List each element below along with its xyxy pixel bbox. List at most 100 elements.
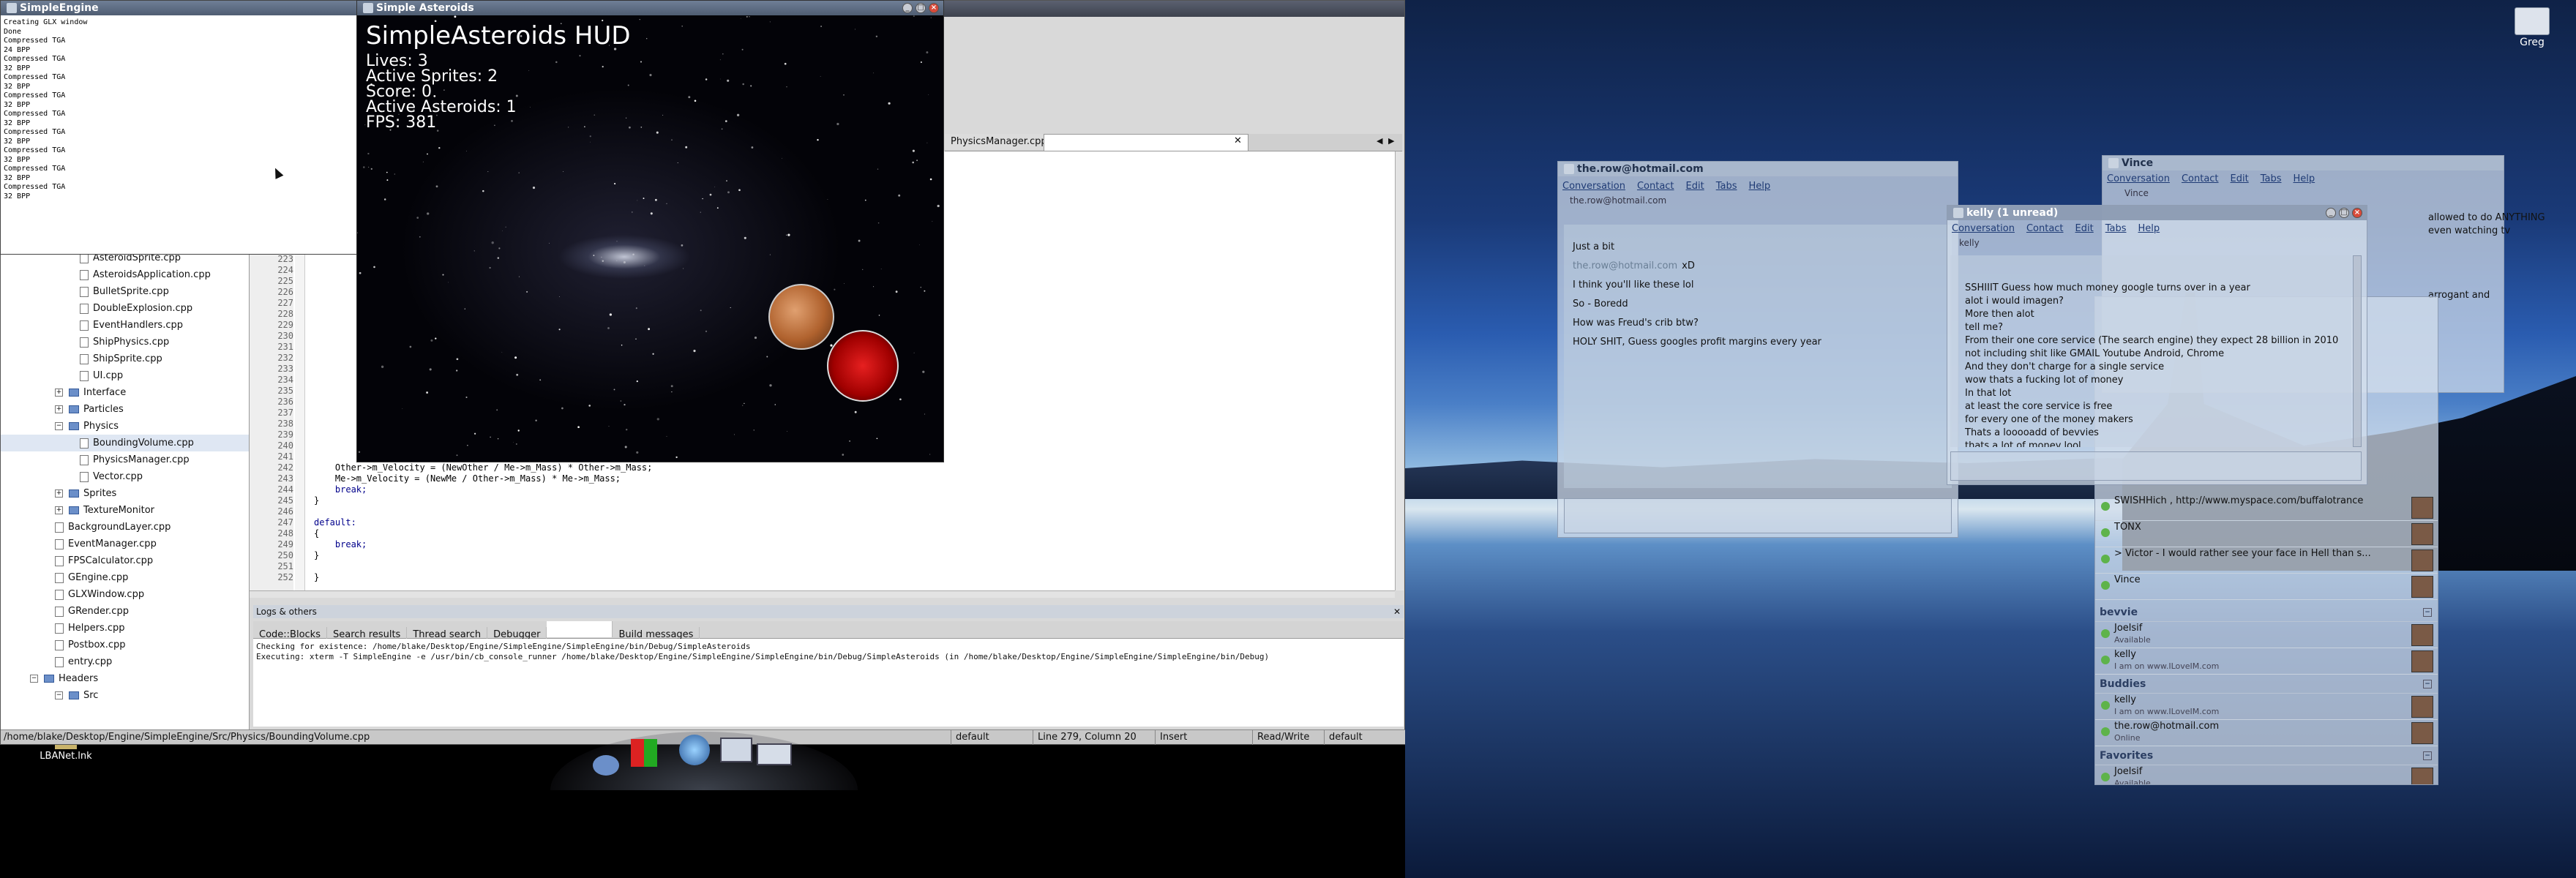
tree-item[interactable]: ShipPhysics.cpp (1, 334, 249, 350)
code-line[interactable] (314, 561, 652, 572)
editor-hscrollbar[interactable] (250, 590, 1395, 598)
code-line[interactable]: break; (314, 539, 652, 550)
therow-titlebar[interactable]: the.row@hotmail.com (1558, 162, 1958, 176)
tree-item[interactable]: DoubleExplosion.cpp (1, 300, 249, 317)
buddy-item[interactable]: kelly I am on www.ILoveIM.com (2095, 694, 2438, 720)
tree-item[interactable]: − Headers (1, 670, 249, 687)
tree-item[interactable]: AsteroidsApplication.cpp (1, 266, 249, 283)
kelly-log-scrollbar[interactable] (2353, 255, 2362, 447)
dock-app-icon[interactable] (679, 735, 710, 765)
game-titlebar[interactable]: Simple Asteroids _ □ × (357, 1, 943, 15)
tree-item[interactable]: UI.cpp (1, 367, 249, 384)
expander-icon[interactable]: + (55, 405, 63, 413)
tree-item[interactable]: EventHandlers.cpp (1, 317, 249, 334)
code-line[interactable]: break; (314, 484, 652, 495)
buddy-item[interactable]: kelly I am on www.ILoveIM.com (2095, 648, 2438, 675)
dock-app-icon[interactable] (593, 755, 619, 776)
code-line[interactable]: } (314, 550, 652, 561)
app-menu-icon[interactable] (7, 3, 17, 13)
editor-vscrollbar[interactable] (1395, 151, 1404, 590)
menu-item[interactable]: Edit (1686, 181, 1704, 192)
buddy-item[interactable]: > Victor - I would rather see your face … (2095, 547, 2438, 574)
buddy-item[interactable]: Joelsif Available (2095, 622, 2438, 648)
menu-item[interactable]: Help (2138, 223, 2160, 234)
dock-app-icon[interactable] (631, 739, 657, 767)
code-line[interactable]: { (314, 528, 652, 539)
tree-item[interactable]: GRender.cpp (1, 603, 249, 620)
tree-item[interactable]: + TextureMonitor (1, 502, 249, 519)
tree-item[interactable]: BoundingVolume.cpp (1, 435, 249, 451)
tree-item[interactable]: + Sprites (1, 485, 249, 502)
buddy-item[interactable]: SWISHHich , http://www.myspace.com/buffa… (2095, 495, 2438, 521)
dock-app-icon[interactable] (720, 738, 752, 762)
tree-item[interactable]: BulletSprite.cpp (1, 283, 249, 300)
tab-blank-active[interactable] (1044, 134, 1248, 151)
app-menu-icon[interactable] (363, 3, 373, 13)
close-button[interactable]: × (929, 3, 939, 13)
kelly-message-input[interactable] (1950, 451, 2362, 481)
collapse-icon[interactable]: − (2423, 751, 2432, 760)
log-tab[interactable] (547, 621, 613, 637)
code-line[interactable] (314, 506, 652, 517)
buddy-item[interactable]: Joelsif Available (2095, 765, 2438, 784)
desktop-shortcut[interactable]: LBANet.lnk (29, 745, 102, 767)
menu-item[interactable]: Tabs (1716, 181, 1737, 192)
minimize-button[interactable]: _ (902, 3, 913, 13)
tree-item[interactable]: − Physics (1, 418, 249, 435)
tree-item[interactable]: + Interface (1, 384, 249, 401)
buddy-item[interactable]: TONX (2095, 521, 2438, 547)
code-line[interactable]: } (314, 495, 652, 506)
expander-icon[interactable]: + (55, 389, 63, 397)
buddy-item[interactable]: the.row@hotmail.com Online (2095, 720, 2438, 746)
tree-item[interactable]: entry.cpp (1, 653, 249, 670)
close-button[interactable]: × (2352, 208, 2362, 218)
tab-physicsmanager[interactable]: PhysicsManager.cpp (945, 134, 1054, 150)
tree-item[interactable]: ShipSprite.cpp (1, 350, 249, 367)
buddy-group-header[interactable]: Favorites − (2095, 746, 2438, 765)
minimize-button[interactable]: _ (2326, 208, 2336, 218)
tree-item[interactable]: PhysicsManager.cpp (1, 451, 249, 468)
home-folder[interactable]: Greg (2503, 7, 2561, 50)
maximize-button[interactable]: □ (2339, 208, 2349, 218)
code-line[interactable]: Other->m_Velocity = (NewOther / Me->m_Ma… (314, 462, 652, 473)
logs-close-icon[interactable]: ✕ (1393, 605, 1401, 618)
tab-scroll-left-icon[interactable]: ◀ (1377, 136, 1382, 146)
code-line[interactable]: Me->m_Velocity = (NewMe / Other->m_Mass)… (314, 473, 652, 484)
tree-item[interactable]: Vector.cpp (1, 468, 249, 485)
expander-icon[interactable]: − (30, 675, 38, 683)
code-line[interactable]: default: (314, 517, 652, 528)
menu-item[interactable]: Help (2294, 173, 2315, 184)
kelly-titlebar[interactable]: kelly (1 unread) _ □ × (1947, 206, 2367, 220)
menu-item[interactable]: Contact (2182, 173, 2219, 184)
tree-item[interactable]: GEngine.cpp (1, 569, 249, 586)
dock-app-icon[interactable] (757, 743, 792, 765)
code-line[interactable]: } (314, 572, 652, 583)
app-menu-icon[interactable] (1953, 208, 1963, 218)
menu-item[interactable]: Contact (1637, 181, 1674, 192)
menu-item[interactable]: Contact (2026, 223, 2064, 234)
tree-item[interactable]: GLXWindow.cpp (1, 586, 249, 603)
tree-item[interactable]: Postbox.cpp (1, 637, 249, 653)
menu-item[interactable]: Tabs (2261, 173, 2282, 184)
menu-item[interactable]: Conversation (1952, 223, 2015, 234)
tree-item[interactable]: − Src (1, 687, 249, 704)
tree-item[interactable]: FPSCalculator.cpp (1, 552, 249, 569)
game-canvas[interactable]: SimpleAsteroids HUD Lives: 3 Active Sprit… (357, 15, 943, 462)
expander-icon[interactable]: + (55, 506, 63, 514)
menu-item[interactable]: Tabs (2105, 223, 2127, 234)
app-menu-icon[interactable] (2108, 158, 2119, 168)
buddy-group-header[interactable]: bevvie − (2095, 603, 2438, 622)
app-menu-icon[interactable] (1564, 164, 1574, 174)
expander-icon[interactable]: + (55, 489, 63, 498)
tree-item[interactable]: EventManager.cpp (1, 536, 249, 552)
menu-item[interactable]: Conversation (2107, 173, 2170, 184)
tab-scroll-right-icon[interactable]: ▶ (1388, 136, 1394, 146)
buddy-group-header[interactable]: Buddies − (2095, 675, 2438, 694)
collapse-icon[interactable]: − (2423, 680, 2432, 688)
expander-icon[interactable]: − (55, 422, 63, 430)
close-icon[interactable]: ✕ (1234, 135, 1242, 146)
menu-item[interactable]: Conversation (1562, 181, 1625, 192)
maximize-button[interactable]: □ (916, 3, 926, 13)
tree-item[interactable]: + Particles (1, 401, 249, 418)
expander-icon[interactable]: − (55, 691, 63, 699)
